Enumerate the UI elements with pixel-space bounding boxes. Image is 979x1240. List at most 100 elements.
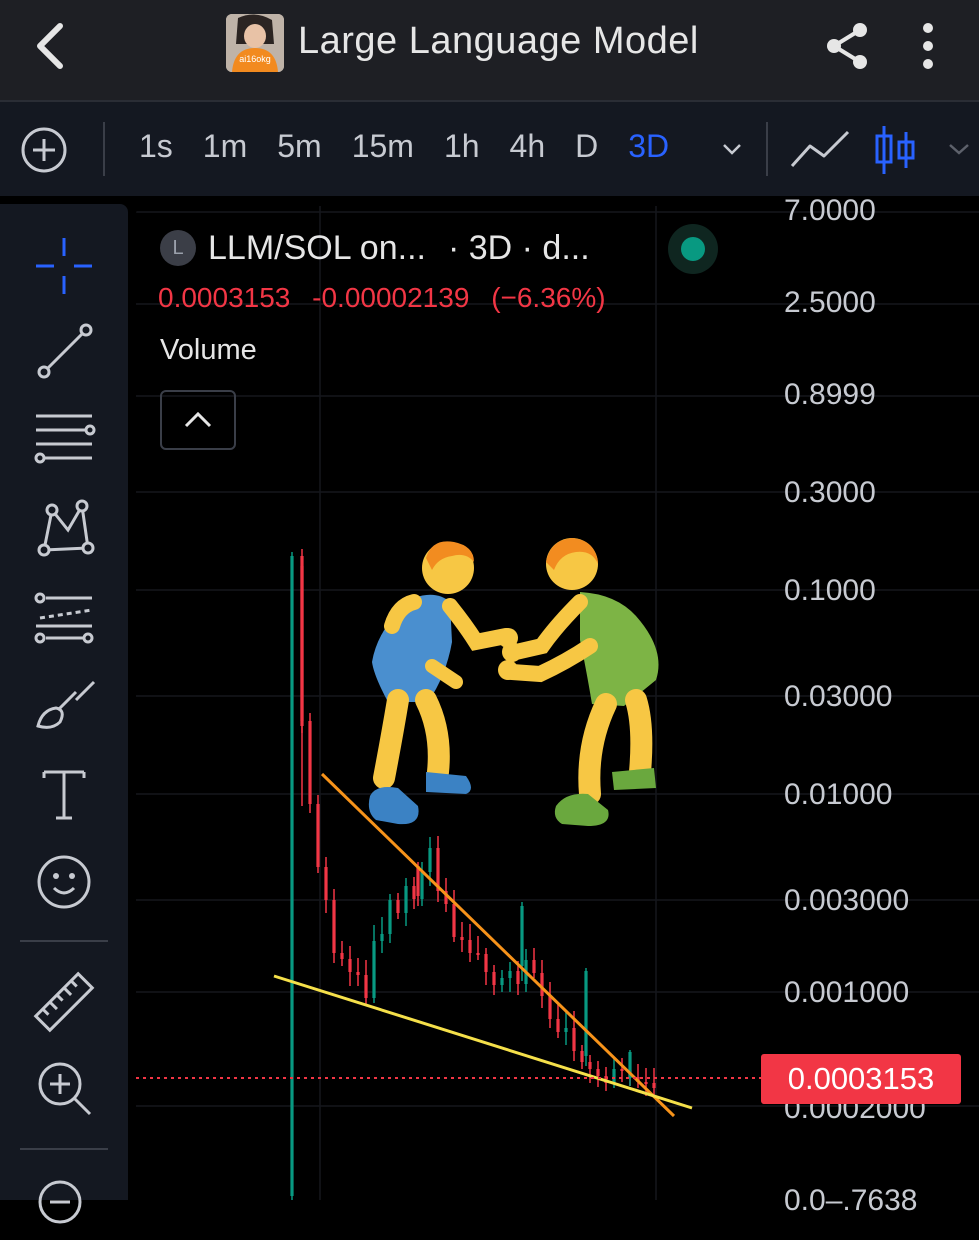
page-title: Large Language Model bbox=[298, 20, 699, 62]
chart-toolbar: 1s 1m 5m 15m 1h 4h D 3D bbox=[0, 102, 979, 196]
price-change-percent: (−6.36%) bbox=[491, 282, 606, 313]
emoji-icon[interactable] bbox=[30, 848, 98, 916]
chevron-up-icon bbox=[184, 411, 212, 428]
forecast-icon[interactable] bbox=[30, 584, 98, 652]
collapse-legend-button[interactable] bbox=[160, 390, 236, 450]
toolbar-divider bbox=[103, 122, 105, 176]
app-header: ai16okg Large Language Model bbox=[0, 0, 979, 100]
y-axis-label: 0.1000 bbox=[784, 574, 876, 607]
share-icon[interactable] bbox=[820, 18, 876, 74]
candle-body bbox=[380, 934, 384, 941]
candle-body bbox=[416, 866, 420, 896]
candle-body bbox=[404, 886, 408, 913]
candle-body bbox=[476, 953, 480, 955]
candle-body bbox=[588, 1062, 592, 1069]
toolbar-divider bbox=[766, 122, 768, 176]
candle-body bbox=[540, 973, 544, 996]
candle-body bbox=[356, 972, 360, 975]
candle-body bbox=[532, 960, 536, 973]
candle-body bbox=[340, 953, 344, 959]
zoom-in-icon[interactable] bbox=[30, 1054, 98, 1122]
interval-4h[interactable]: 4h bbox=[495, 128, 561, 165]
interval-d[interactable]: D bbox=[560, 128, 613, 165]
zoom-out-icon[interactable] bbox=[30, 1172, 98, 1240]
candle-body bbox=[460, 937, 464, 940]
candle-body bbox=[620, 1069, 624, 1071]
drawing-toolbar bbox=[0, 204, 128, 1224]
symbol-name: LLM/SOL on... bbox=[208, 228, 426, 267]
candle-body bbox=[520, 906, 524, 966]
y-axis-label: 0.003000 bbox=[784, 884, 910, 917]
candle-body bbox=[290, 556, 294, 1196]
candle-body bbox=[300, 566, 304, 726]
add-indicator-icon[interactable] bbox=[20, 126, 68, 174]
interval-1h[interactable]: 1h bbox=[429, 128, 495, 165]
y-axis-label: 2.5000 bbox=[784, 286, 876, 319]
y-axis-label: 7.0000 bbox=[784, 194, 876, 227]
y-axis-label: 0.3000 bbox=[784, 476, 876, 509]
trendline-icon[interactable] bbox=[30, 316, 98, 384]
last-price: 0.0003153 bbox=[158, 282, 291, 313]
y-axis-label: 0.01000 bbox=[784, 778, 893, 811]
candle-body bbox=[468, 940, 472, 953]
pattern-icon[interactable] bbox=[30, 494, 98, 562]
crosshair-icon[interactable] bbox=[30, 232, 98, 300]
candle-body bbox=[484, 954, 488, 972]
line-chart-icon[interactable] bbox=[788, 124, 852, 174]
candle-body bbox=[420, 872, 424, 899]
candle-body bbox=[324, 867, 328, 900]
y-axis-label: 0.8999 bbox=[784, 378, 876, 411]
candle-body bbox=[428, 848, 432, 872]
text-icon[interactable] bbox=[30, 760, 98, 828]
interval-list: 1s 1m 5m 15m 1h 4h D 3D bbox=[124, 128, 684, 165]
lower-trendline[interactable] bbox=[273, 974, 693, 1110]
interval-15m[interactable]: 15m bbox=[337, 128, 429, 165]
symbol-legend[interactable]: L LLM/SOL on... · 3D · d... bbox=[160, 226, 590, 270]
candle-body bbox=[652, 1083, 656, 1088]
candle-body bbox=[516, 971, 520, 984]
wrestlers-emoji bbox=[368, 538, 659, 826]
interval-label: · 3D · d... bbox=[447, 228, 590, 267]
interval-3d[interactable]: 3D bbox=[613, 128, 684, 165]
market-status-icon[interactable] bbox=[668, 224, 718, 274]
candle-body bbox=[508, 971, 512, 978]
candle-body bbox=[308, 721, 312, 804]
candle-body bbox=[388, 900, 392, 934]
y-axis-label: 0.03000 bbox=[784, 680, 893, 713]
avatar: ai16okg bbox=[226, 14, 284, 72]
current-price-tag: 0.0003153 bbox=[761, 1054, 961, 1104]
interval-1s[interactable]: 1s bbox=[124, 128, 188, 165]
candle-body bbox=[580, 1051, 584, 1062]
chevron-down-icon[interactable] bbox=[944, 138, 974, 160]
y-axis-label: 0.0–.7638 bbox=[784, 1184, 918, 1217]
toolbar-divider bbox=[20, 940, 108, 942]
candle-body bbox=[584, 971, 588, 1056]
volume-label: Volume bbox=[160, 334, 257, 366]
candle-body bbox=[452, 904, 456, 937]
y-axis-label: 0.001000 bbox=[784, 976, 910, 1009]
back-arrow-icon[interactable] bbox=[28, 18, 72, 74]
candle-body bbox=[348, 959, 352, 972]
brush-icon[interactable] bbox=[30, 672, 98, 740]
interval-5m[interactable]: 5m bbox=[262, 128, 336, 165]
toolbar-divider bbox=[20, 1148, 108, 1150]
candle-body bbox=[556, 1019, 560, 1032]
ruler-icon[interactable] bbox=[30, 968, 98, 1036]
interval-1m[interactable]: 1m bbox=[188, 128, 262, 165]
candle-body bbox=[572, 1028, 576, 1051]
candle-body bbox=[564, 1028, 568, 1032]
candlestick-icon[interactable] bbox=[872, 122, 918, 178]
candle-body bbox=[492, 972, 496, 985]
candle-body bbox=[396, 900, 400, 913]
more-vertical-icon[interactable] bbox=[910, 20, 946, 72]
candle-body bbox=[412, 886, 416, 899]
candle-body bbox=[596, 1069, 600, 1076]
candle-body bbox=[644, 1082, 648, 1084]
horizontal-lines-icon[interactable] bbox=[30, 402, 98, 470]
candle-body bbox=[500, 978, 504, 985]
price-change: -0.00002139 bbox=[312, 282, 470, 313]
price-change-line: 0.0003153 -0.00002139 (−6.36%) bbox=[158, 282, 620, 314]
chevron-down-icon[interactable] bbox=[718, 138, 746, 160]
candle-body bbox=[316, 804, 320, 867]
candle-body bbox=[364, 975, 368, 998]
